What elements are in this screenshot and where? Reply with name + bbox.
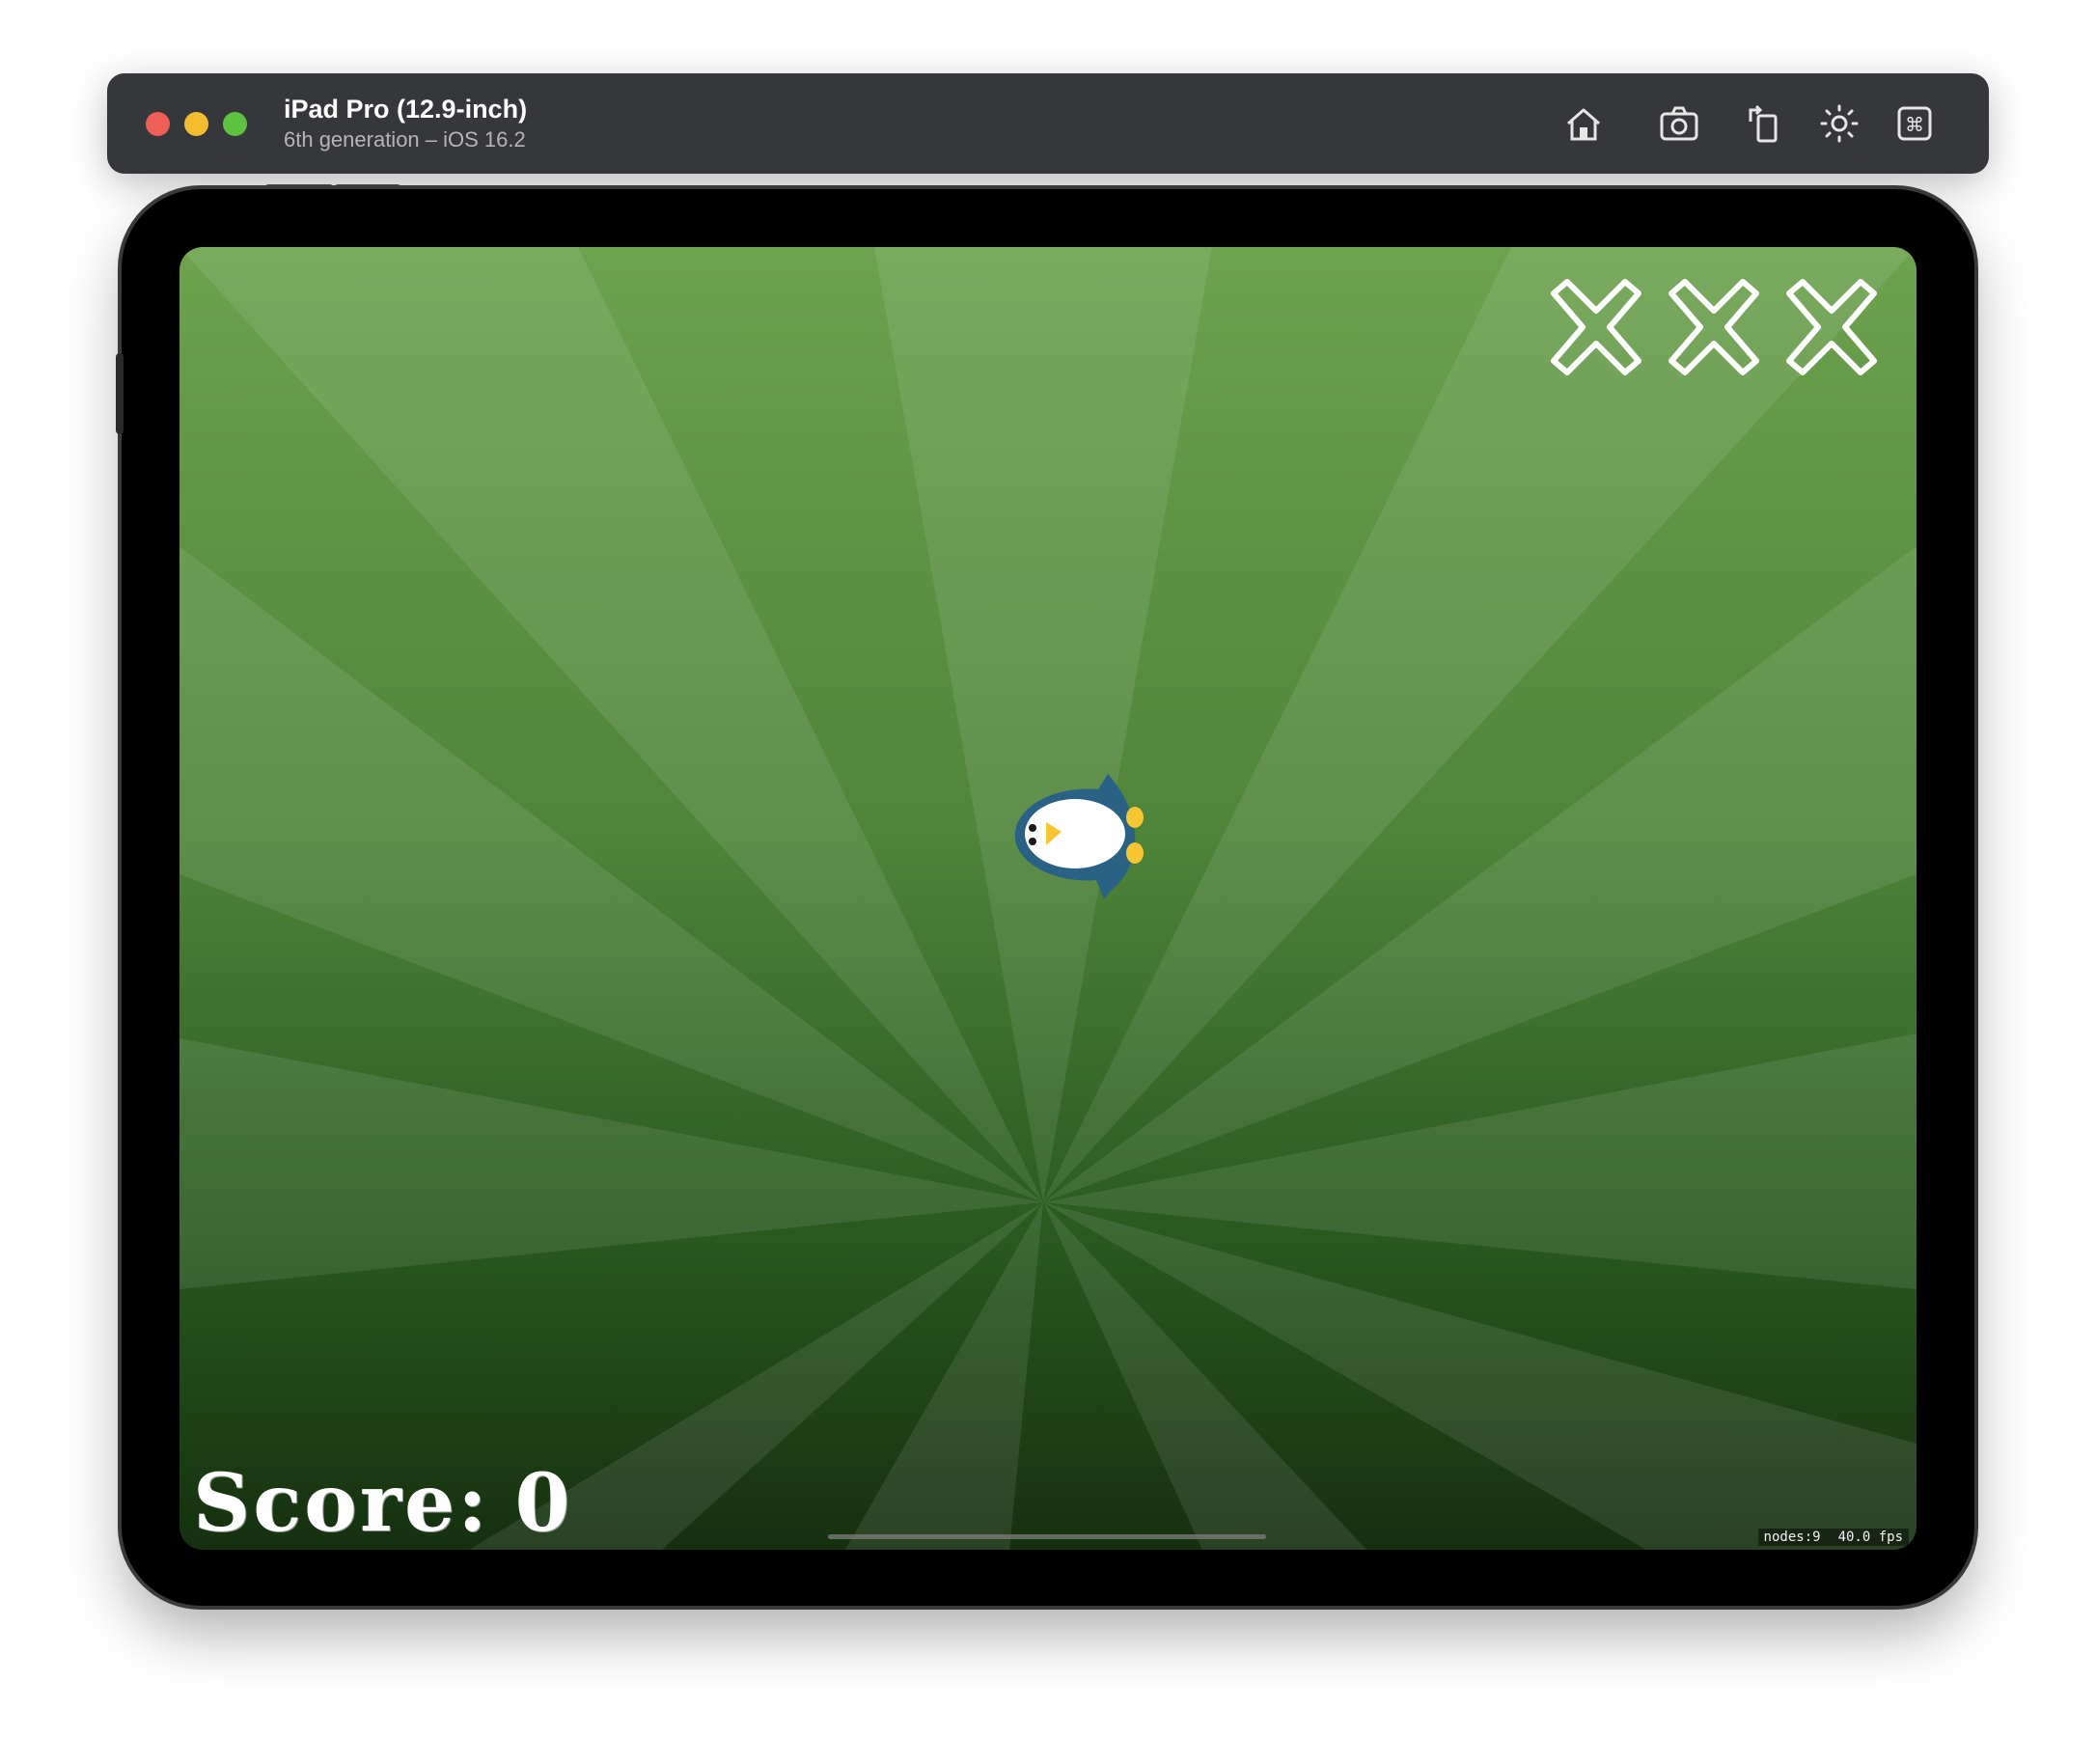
- fps-readout: 40.0 fps: [1837, 1530, 1903, 1545]
- brightness-icon: [1820, 104, 1859, 143]
- game-screen[interactable]: Score: 0 nodes:9 40.0 fps: [179, 247, 1917, 1550]
- device-subtitle: 6th generation – iOS 16.2: [284, 127, 526, 152]
- close-window-button[interactable]: [146, 112, 170, 136]
- rotate-icon: [1749, 104, 1778, 143]
- lives-indicator: [1544, 276, 1884, 378]
- cross-icon: [1551, 279, 1641, 375]
- score-label: Score:: [193, 1457, 490, 1550]
- home-icon: [1567, 108, 1600, 141]
- score-display: Score: 0: [193, 1457, 598, 1550]
- spritekit-stats: nodes:9 40.0 fps: [1757, 1529, 1909, 1546]
- appearance-button[interactable]: [1815, 99, 1863, 148]
- keyboard-shortcut-button[interactable]: ⌘: [1890, 99, 1939, 148]
- side-button: [116, 353, 124, 434]
- simulator-window: iPad Pro (12.9-inch) 6th generation – iO…: [0, 0, 2096, 1764]
- score-value: 0: [514, 1457, 573, 1550]
- camera-icon: [1660, 106, 1698, 141]
- node-count: nodes:9: [1763, 1530, 1821, 1545]
- cross-icon: [1669, 279, 1759, 375]
- home-indicator[interactable]: [828, 1534, 1266, 1539]
- device-name: iPad Pro (12.9-inch): [284, 95, 528, 124]
- life-marker: [1544, 276, 1648, 378]
- background-ray: [845, 1202, 1043, 1550]
- screenshot-button[interactable]: [1655, 99, 1703, 148]
- simulator-titlebar: iPad Pro (12.9-inch) 6th generation – iO…: [107, 73, 1989, 174]
- command-icon: ⌘: [1897, 106, 1932, 141]
- penguin-sprite[interactable]: [1002, 764, 1146, 909]
- life-marker: [1779, 276, 1884, 378]
- life-marker: [1662, 276, 1766, 378]
- zoom-window-button[interactable]: [223, 112, 247, 136]
- rotate-button[interactable]: [1740, 99, 1788, 148]
- cross-icon: [1786, 279, 1877, 375]
- home-button[interactable]: [1559, 99, 1608, 148]
- svg-text:⌘: ⌘: [1905, 113, 1924, 136]
- minimize-window-button[interactable]: [184, 112, 208, 136]
- background-ray: [179, 1038, 1043, 1289]
